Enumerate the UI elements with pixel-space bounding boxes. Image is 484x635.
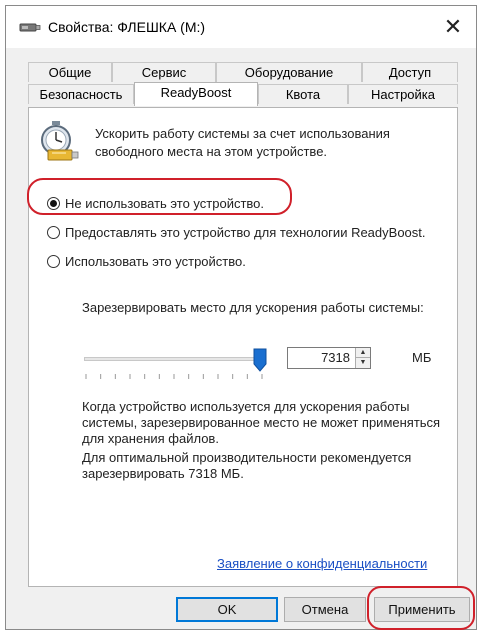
tab-security[interactable]: Безопасность [28,84,134,104]
title-bar: Свойства: ФЛЕШКА (M:) ✕ [6,6,476,48]
readyboost-intro-text: Ускорить работу системы за счет использо… [95,126,390,159]
tab-general[interactable]: Общие [28,62,112,82]
spin-down-icon[interactable]: ▼ [356,358,370,368]
close-icon: ✕ [443,14,463,39]
reserve-space-label: Зарезервировать место для ускорения рабо… [82,300,424,315]
spinbox-buttons: ▲ ▼ [355,348,370,368]
reserve-size-value[interactable]: 7318 [321,350,350,365]
tab-hardware[interactable]: Оборудование [216,62,362,82]
annotation-highlight-option [27,178,292,215]
option-dedicate-readyboost-label: Предоставлять это устройство для техноло… [65,224,426,240]
tab-customize[interactable]: Настройка [348,84,458,104]
cancel-button[interactable]: Отмена [284,597,366,622]
usb-drive-icon [19,23,41,32]
slider-ticks [85,374,263,379]
radio-button[interactable] [47,225,60,239]
tab-readyboost[interactable]: ReadyBoost [134,82,258,106]
tab-sharing[interactable]: Доступ [362,62,458,82]
option-dedicate-readyboost[interactable]: Предоставлять это устройство для техноло… [47,222,426,242]
option-use-device-label: Использовать это устройство. [65,253,246,269]
spin-up-icon[interactable]: ▲ [356,348,370,358]
tab-tools[interactable]: Сервис [112,62,216,82]
reserve-slider-track[interactable] [84,357,264,361]
tab-quota[interactable]: Квота [258,84,348,104]
usage-description: Когда устройство используется для ускоре… [82,399,441,446]
ok-button[interactable]: OK [176,597,278,622]
reserve-slider-thumb[interactable] [253,348,267,372]
radio-button[interactable] [47,254,60,268]
unit-label: МБ [412,350,432,365]
recommendation-text: Для оптимальной производительности реком… [82,450,412,481]
reserve-size-spinbox[interactable]: 7318 ▲ ▼ [287,347,371,369]
annotation-highlight-apply [367,586,475,630]
properties-dialog: Свойства: ФЛЕШКА (M:) ✕ Общие Сервис Обо… [5,5,477,630]
option-use-device[interactable]: Использовать это устройство. [47,251,246,271]
readyboost-stopwatch-icon [41,121,79,161]
privacy-statement-link[interactable]: Заявление о конфиденциальности [217,556,427,571]
close-button[interactable]: ✕ [430,6,476,48]
window-title: Свойства: ФЛЕШКА (M:) [48,19,206,35]
